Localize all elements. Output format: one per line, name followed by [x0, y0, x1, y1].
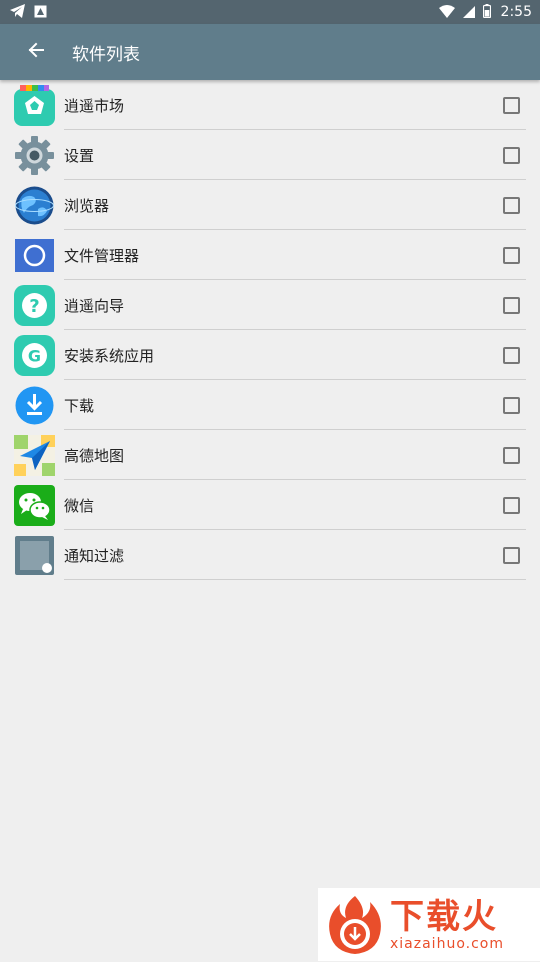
app-label: 设置: [64, 147, 95, 165]
svg-text:?: ?: [29, 296, 39, 317]
page-title: 软件列表: [72, 44, 140, 65]
wechat-icon: [14, 485, 55, 526]
list-item[interactable]: G 安装系统应用: [0, 330, 540, 380]
app-label: 浏览器: [64, 197, 110, 215]
list-item[interactable]: 设置: [0, 130, 540, 180]
watermark: 下载火 xiazaihuo.com: [318, 888, 540, 961]
list-item[interactable]: 通知过滤: [0, 530, 540, 580]
amap-icon: [14, 435, 55, 476]
xiaoyao-market-icon: [14, 85, 55, 126]
app-label: 文件管理器: [64, 247, 140, 265]
list-item[interactable]: 高德地图: [0, 430, 540, 480]
status-bar: 2:55: [0, 0, 540, 24]
watermark-text: 下载火 xiazaihuo.com: [390, 898, 504, 952]
app-checkbox[interactable]: [503, 247, 520, 264]
browser-globe-icon: [14, 185, 55, 226]
watermark-brand: 下载火: [390, 896, 498, 937]
list-item[interactable]: 文件管理器: [0, 230, 540, 280]
divider: [64, 579, 526, 580]
arrow-left-icon: [28, 42, 44, 62]
app-checkbox[interactable]: [503, 347, 520, 364]
app-label: 通知过滤: [64, 547, 125, 565]
app-checkbox[interactable]: [503, 497, 520, 514]
help-question-icon: ?: [14, 285, 55, 326]
status-left: [10, 3, 47, 22]
app-bar: 软件列表: [0, 24, 540, 80]
app-checkbox[interactable]: [503, 297, 520, 314]
app-checkbox[interactable]: [503, 547, 520, 564]
app-label: 逍遥向导: [64, 297, 125, 315]
app-label: 下载: [64, 397, 95, 415]
status-time: 2:55: [500, 4, 532, 20]
list-item[interactable]: 逍遥市场: [0, 80, 540, 130]
download-icon: [14, 385, 55, 426]
wifi-icon: [438, 3, 455, 22]
battery-icon: [482, 3, 491, 22]
file-manager-icon: [14, 235, 55, 276]
install-g-icon: G: [14, 335, 55, 376]
app-label: 安装系统应用: [64, 347, 155, 365]
back-button[interactable]: [24, 40, 48, 64]
app-label: 微信: [64, 497, 95, 515]
app-checkbox[interactable]: [503, 197, 520, 214]
app-list: 逍遥市场 设置 浏览器 文件管理器 ? 逍遥向导 G 安装系统应用 下载 高德地…: [0, 80, 540, 580]
settings-gear-icon: [14, 135, 55, 176]
list-item[interactable]: 微信: [0, 480, 540, 530]
app-label: 逍遥市场: [64, 97, 125, 115]
app-checkbox[interactable]: [503, 147, 520, 164]
list-item[interactable]: ? 逍遥向导: [0, 280, 540, 330]
notification-box-icon: [34, 3, 47, 22]
status-right: 2:55: [438, 3, 532, 22]
telegram-icon: [10, 3, 26, 22]
svg-text:G: G: [28, 347, 41, 366]
signal-icon: [462, 3, 475, 22]
app-label: 高德地图: [64, 447, 125, 465]
list-item[interactable]: 浏览器: [0, 180, 540, 230]
notification-filter-icon: [14, 535, 55, 576]
app-checkbox[interactable]: [503, 97, 520, 114]
app-checkbox[interactable]: [503, 447, 520, 464]
app-checkbox[interactable]: [503, 397, 520, 414]
list-item[interactable]: 下载: [0, 380, 540, 430]
fire-logo-icon: [322, 892, 388, 958]
watermark-url: xiazaihuo.com: [390, 935, 504, 952]
